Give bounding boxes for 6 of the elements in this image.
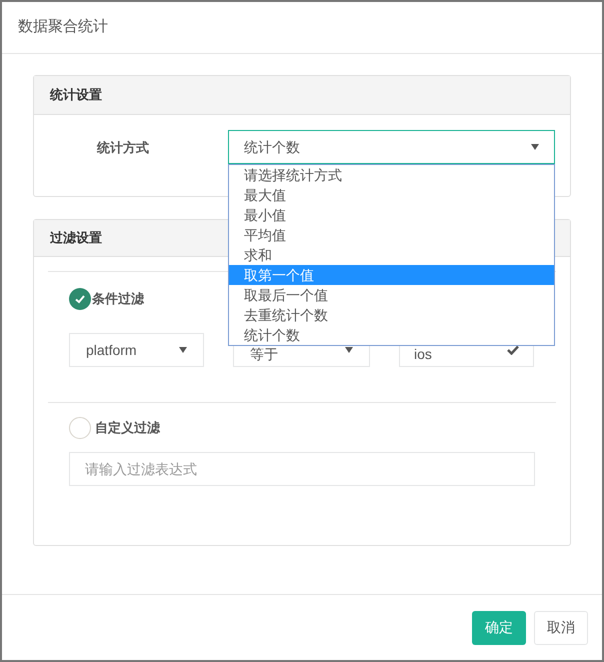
dialog-title: 数据聚合统计 <box>18 17 108 38</box>
panel-title: 统计设置 <box>50 86 102 104</box>
panel-title: 过滤设置 <box>50 229 102 248</box>
option-label: 自定义过滤 <box>95 419 160 438</box>
field-label: 统计方式 <box>96 139 150 157</box>
option-label: 条件过滤 <box>92 290 144 308</box>
